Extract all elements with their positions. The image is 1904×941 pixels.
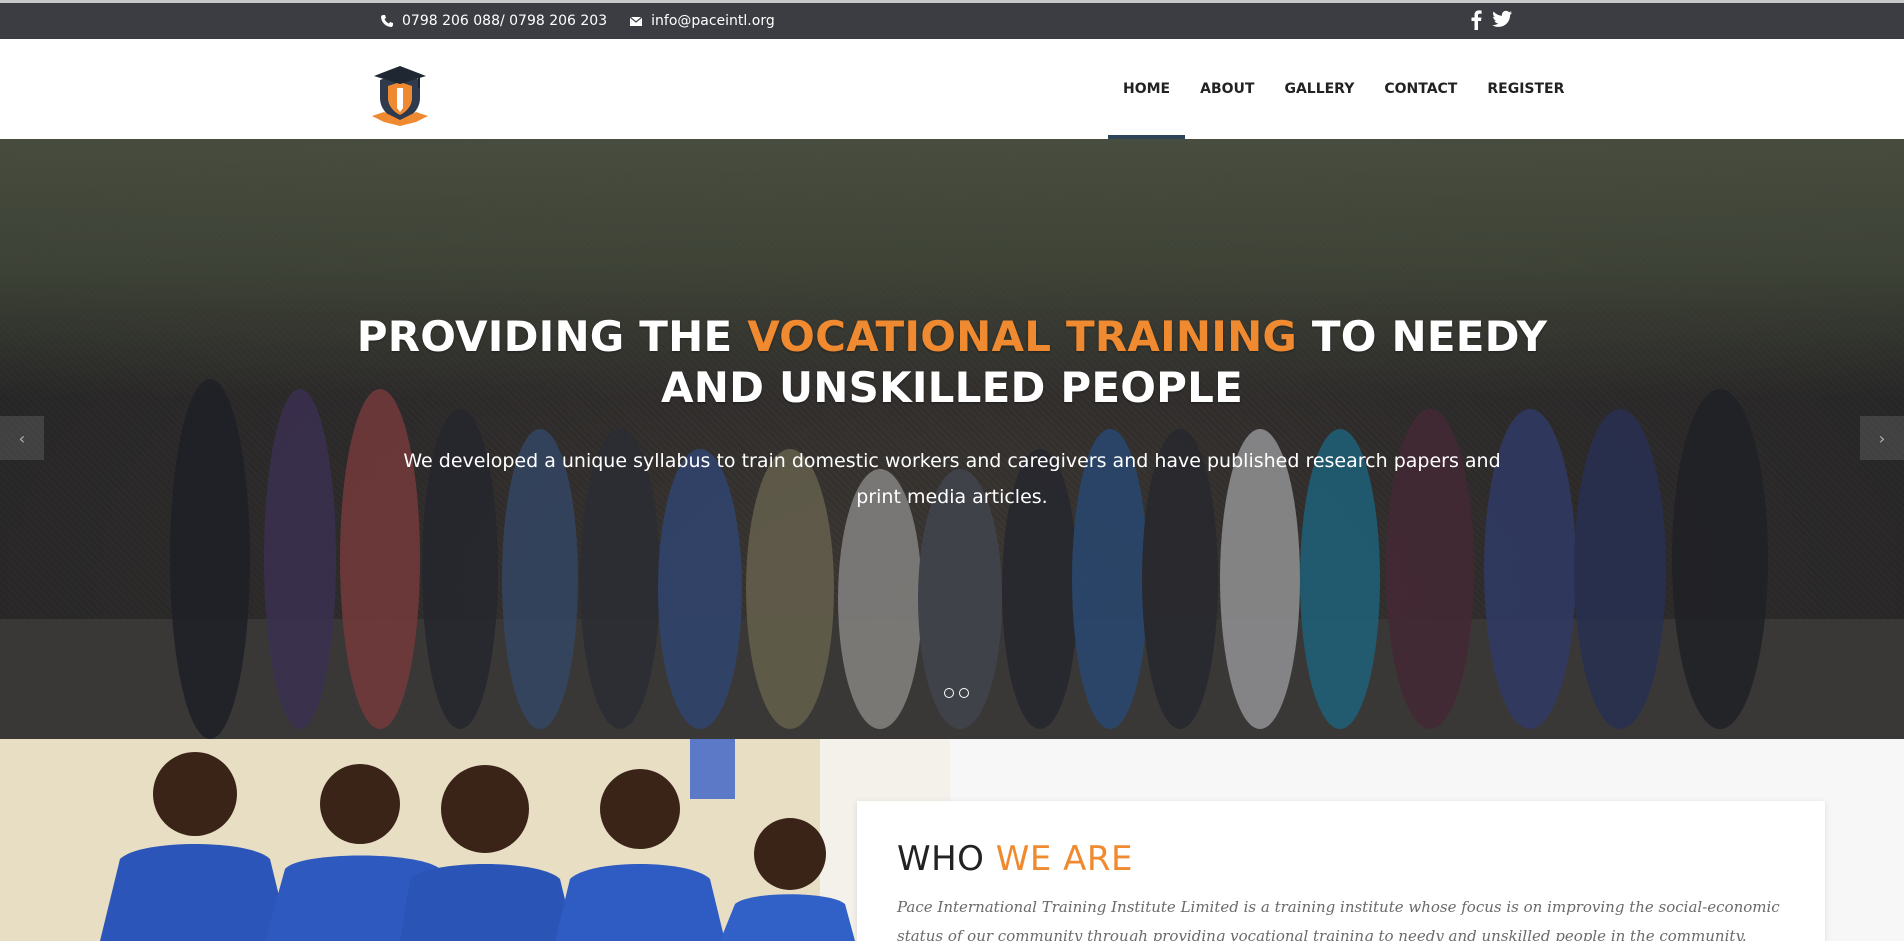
slider-pagination (944, 688, 969, 698)
social-links (1470, 10, 1512, 30)
hero-title: PROVIDING THE VOCATIONAL TRAINING TO NEE… (352, 311, 1552, 413)
nav-register[interactable]: REGISTER (1472, 39, 1579, 139)
chevron-right-icon: › (1878, 428, 1886, 448)
top-bar: 0798 206 088/ 0798 206 203 info@paceintl… (0, 0, 1904, 39)
nav-gallery[interactable]: GALLERY (1269, 39, 1369, 139)
slider-dot[interactable] (959, 688, 969, 698)
hero-title-accent: VOCATIONAL TRAINING (747, 312, 1298, 361)
slider-next-arrow[interactable]: › (1860, 416, 1904, 460)
main-nav: HOME ABOUT GALLERY CONTACT REGISTER (1108, 39, 1579, 139)
about-title: WHO WE ARE (897, 839, 1133, 879)
about-section: WHO WE ARE Pace International Training I… (0, 739, 1904, 941)
facebook-icon[interactable] (1470, 10, 1482, 30)
phone-item[interactable]: 0798 206 088/ 0798 206 203 (380, 13, 607, 29)
nav-about[interactable]: ABOUT (1185, 39, 1269, 139)
contact-info: 0798 206 088/ 0798 206 203 info@paceintl… (380, 13, 797, 29)
students-photo (0, 739, 950, 941)
about-title-accent: WE ARE (995, 839, 1134, 879)
slider-dot[interactable] (944, 688, 954, 698)
hero-slider: PROVIDING THE VOCATIONAL TRAINING TO NEE… (0, 139, 1904, 739)
hero-overlay (0, 139, 1904, 739)
twitter-icon[interactable] (1492, 10, 1512, 30)
hero-title-part1: PROVIDING THE (356, 312, 748, 361)
nav-home[interactable]: HOME (1108, 39, 1186, 139)
email-text: info@paceintl.org (651, 13, 775, 29)
about-card: WHO WE ARE Pace International Training I… (857, 801, 1825, 941)
site-header: HOME ABOUT GALLERY CONTACT REGISTER (0, 39, 1904, 139)
about-title-part1: WHO (897, 839, 996, 879)
about-description: Pace International Training Institute Li… (897, 898, 1780, 941)
hero-subtitle: We developed a unique syllabus to train … (403, 450, 1501, 508)
site-logo[interactable] (370, 62, 430, 128)
email-item[interactable]: info@paceintl.org (629, 13, 775, 29)
nav-contact[interactable]: CONTACT (1369, 39, 1472, 139)
phone-text: 0798 206 088/ 0798 206 203 (402, 13, 608, 29)
slider-prev-arrow[interactable]: ‹ (0, 416, 44, 460)
chevron-left-icon: ‹ (18, 428, 26, 448)
phone-icon (380, 14, 394, 28)
envelope-icon (629, 14, 643, 28)
